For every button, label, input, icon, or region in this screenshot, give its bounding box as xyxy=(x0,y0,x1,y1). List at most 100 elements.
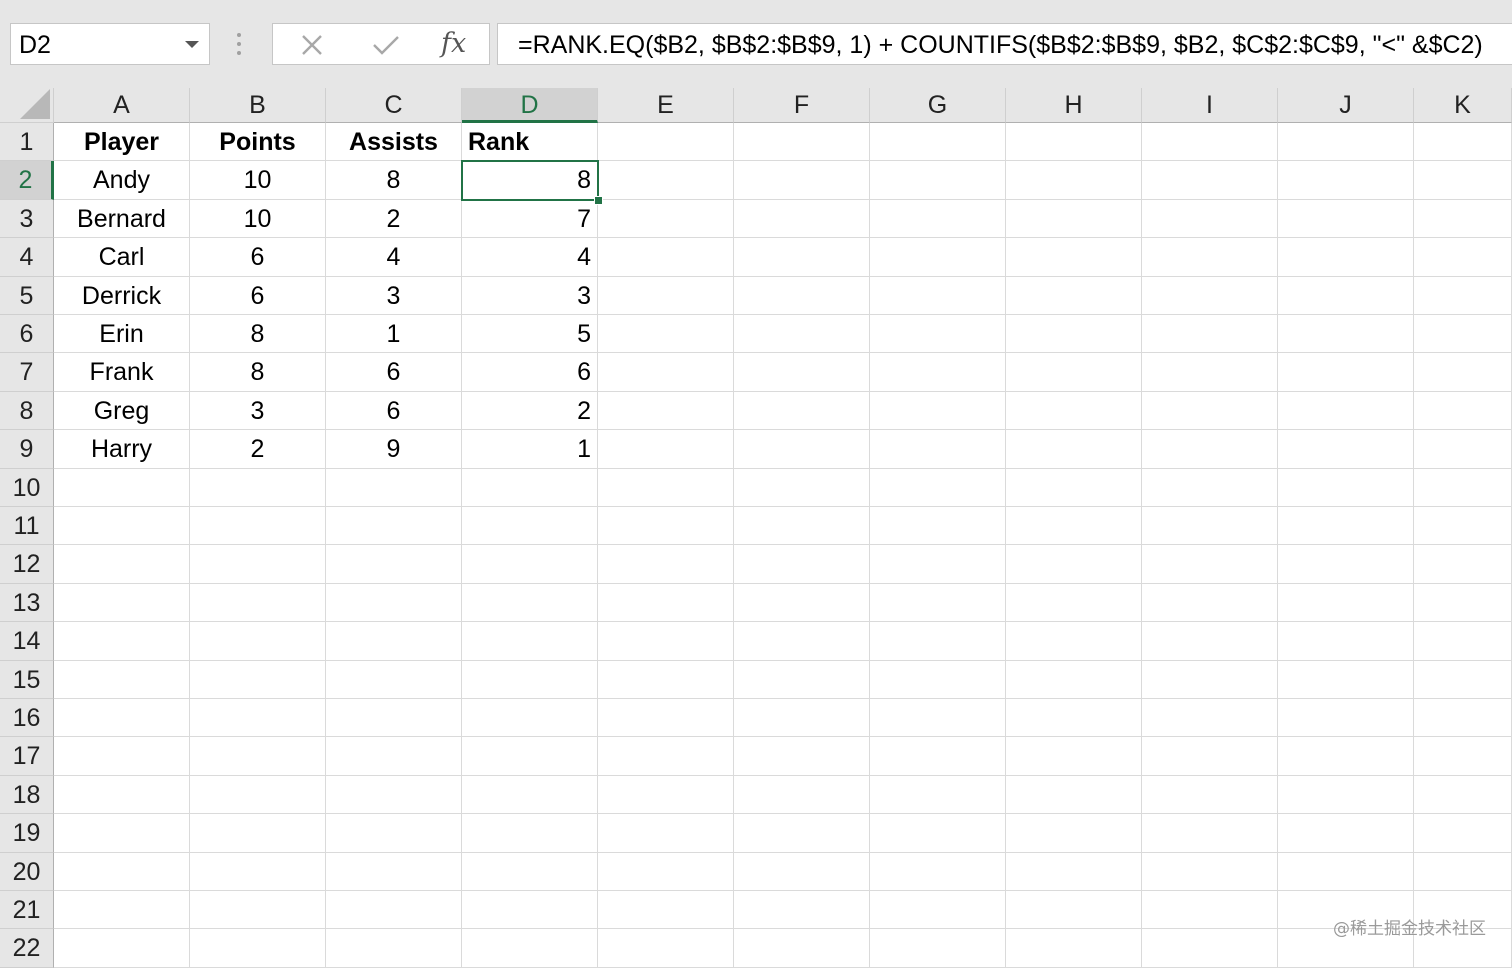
cell-a9[interactable]: Harry xyxy=(54,430,190,469)
cell-b9[interactable]: 2 xyxy=(190,430,326,469)
row-header-17[interactable]: 17 xyxy=(0,737,54,776)
enter-button[interactable] xyxy=(355,24,415,64)
cell[interactable] xyxy=(1006,891,1142,930)
cell[interactable] xyxy=(1006,852,1142,891)
cell[interactable] xyxy=(54,583,190,623)
row-header-13[interactable]: 13 xyxy=(0,583,54,623)
cell[interactable] xyxy=(598,583,734,623)
cell[interactable] xyxy=(1142,891,1278,930)
cell[interactable] xyxy=(54,468,190,507)
cell[interactable] xyxy=(870,775,1006,815)
cell[interactable] xyxy=(870,545,1006,584)
cell[interactable] xyxy=(598,315,734,354)
cell[interactable] xyxy=(870,430,1006,469)
cell-d6[interactable]: 5 xyxy=(462,315,598,354)
cell-b6[interactable]: 8 xyxy=(190,315,326,354)
cell[interactable] xyxy=(734,468,870,507)
cell[interactable] xyxy=(462,891,598,930)
cell[interactable] xyxy=(734,430,870,469)
cell[interactable] xyxy=(598,123,734,162)
cell[interactable] xyxy=(1006,199,1142,239)
cell[interactable] xyxy=(870,353,1006,392)
column-header-e[interactable]: E xyxy=(598,88,734,123)
cell[interactable] xyxy=(190,583,326,623)
column-header-a[interactable]: A xyxy=(54,88,190,123)
cell[interactable] xyxy=(1142,276,1278,315)
column-header-j[interactable]: J xyxy=(1278,88,1414,123)
cell[interactable] xyxy=(1142,391,1278,431)
column-header-c[interactable]: C xyxy=(326,88,462,123)
cell[interactable] xyxy=(462,468,598,507)
cell[interactable] xyxy=(870,507,1006,546)
cell[interactable] xyxy=(1278,622,1414,661)
cell-c2[interactable]: 8 xyxy=(326,161,462,200)
cell-b5[interactable]: 6 xyxy=(190,276,326,315)
cell[interactable] xyxy=(1006,276,1142,315)
cell[interactable] xyxy=(1142,852,1278,891)
cell[interactable] xyxy=(1142,622,1278,661)
cell[interactable] xyxy=(1278,315,1414,354)
cell[interactable] xyxy=(734,545,870,584)
cell[interactable] xyxy=(190,507,326,546)
cell[interactable] xyxy=(598,814,734,853)
cell[interactable] xyxy=(734,699,870,738)
cell[interactable] xyxy=(734,929,870,968)
cell[interactable] xyxy=(1414,161,1512,200)
cell[interactable] xyxy=(870,199,1006,239)
cell[interactable] xyxy=(1006,123,1142,162)
row-header-19[interactable]: 19 xyxy=(0,814,54,853)
cell-c3[interactable]: 2 xyxy=(326,199,462,239)
cell[interactable] xyxy=(1278,814,1414,853)
cell[interactable] xyxy=(1414,468,1512,507)
cell[interactable] xyxy=(734,276,870,315)
cell[interactable] xyxy=(598,775,734,815)
cell[interactable] xyxy=(1414,507,1512,546)
cell-d5[interactable]: 3 xyxy=(462,276,598,315)
cell[interactable] xyxy=(462,699,598,738)
cell[interactable] xyxy=(1006,622,1142,661)
cell[interactable] xyxy=(462,775,598,815)
insert-function-button[interactable]: fx xyxy=(441,26,466,62)
cell[interactable] xyxy=(190,545,326,584)
cell[interactable] xyxy=(190,622,326,661)
cell[interactable] xyxy=(1142,660,1278,699)
cell[interactable] xyxy=(54,545,190,584)
cell[interactable] xyxy=(598,430,734,469)
cell[interactable] xyxy=(870,123,1006,162)
cell[interactable] xyxy=(326,622,462,661)
cell-d8[interactable]: 2 xyxy=(462,391,598,431)
row-header-14[interactable]: 14 xyxy=(0,622,54,661)
cell[interactable] xyxy=(1142,583,1278,623)
cell[interactable] xyxy=(598,507,734,546)
cell[interactable] xyxy=(1006,430,1142,469)
cell[interactable] xyxy=(598,891,734,930)
cell[interactable] xyxy=(326,929,462,968)
column-header-d[interactable]: D xyxy=(462,88,598,123)
cell[interactable] xyxy=(1278,660,1414,699)
row-header-20[interactable]: 20 xyxy=(0,852,54,891)
cell[interactable] xyxy=(734,238,870,277)
cell-a3[interactable]: Bernard xyxy=(54,199,190,239)
cell[interactable] xyxy=(1006,545,1142,584)
cell[interactable] xyxy=(1414,276,1512,315)
cell[interactable] xyxy=(1278,737,1414,776)
cell[interactable] xyxy=(870,583,1006,623)
row-header-4[interactable]: 4 xyxy=(0,238,54,277)
cell[interactable] xyxy=(1142,545,1278,584)
row-header-11[interactable]: 11 xyxy=(0,507,54,546)
cell[interactable] xyxy=(326,737,462,776)
row-header-9[interactable]: 9 xyxy=(0,430,54,469)
cell[interactable] xyxy=(190,929,326,968)
cell[interactable] xyxy=(1142,161,1278,200)
cell[interactable] xyxy=(326,814,462,853)
cell[interactable] xyxy=(870,660,1006,699)
cell[interactable] xyxy=(54,507,190,546)
cell[interactable] xyxy=(54,852,190,891)
cell-d1[interactable]: Rank xyxy=(462,123,598,162)
cell[interactable] xyxy=(734,814,870,853)
cell-a6[interactable]: Erin xyxy=(54,315,190,354)
cell[interactable] xyxy=(1142,929,1278,968)
cell[interactable] xyxy=(1278,430,1414,469)
cell[interactable] xyxy=(734,775,870,815)
cell-b1[interactable]: Points xyxy=(190,123,326,162)
